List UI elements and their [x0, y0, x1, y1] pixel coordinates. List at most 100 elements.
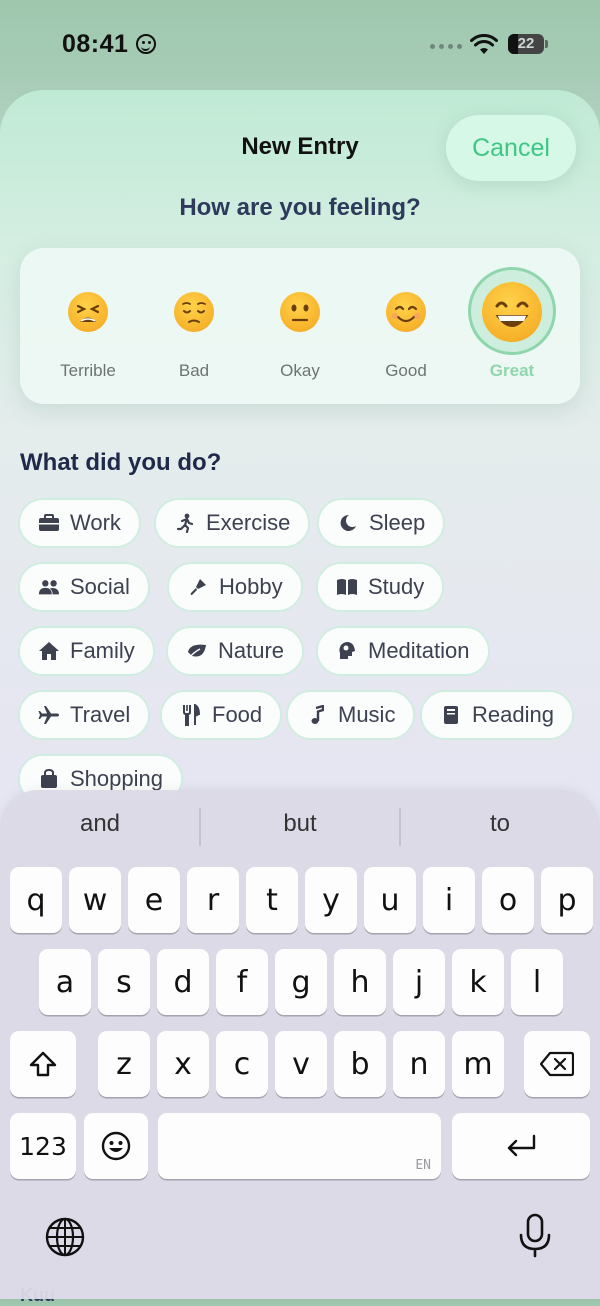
- shopping-bag-icon: [38, 768, 60, 790]
- activity-chip-work[interactable]: Work: [18, 498, 141, 548]
- mood-option-good[interactable]: Good: [356, 248, 456, 404]
- activity-chip-hobby[interactable]: Hobby: [167, 562, 303, 612]
- space-bar[interactable]: EN: [158, 1113, 441, 1179]
- house-icon: [38, 640, 60, 662]
- chip-label: Hobby: [219, 574, 283, 599]
- battery-level: 22: [517, 35, 535, 52]
- key-i[interactable]: i: [423, 867, 475, 933]
- activity-chip-family[interactable]: Family: [18, 626, 155, 676]
- key-p[interactable]: p: [541, 867, 593, 933]
- leaf-icon: [186, 640, 208, 662]
- activity-chip-food[interactable]: Food: [160, 690, 283, 740]
- mood-option-great[interactable]: Great: [462, 248, 562, 404]
- key-m[interactable]: m: [452, 1031, 504, 1097]
- key-g[interactable]: g: [275, 949, 327, 1015]
- key-n[interactable]: n: [393, 1031, 445, 1097]
- key-a[interactable]: a: [39, 949, 91, 1015]
- key-k[interactable]: k: [452, 949, 504, 1015]
- delete-key[interactable]: [524, 1031, 590, 1097]
- book-icon: [336, 576, 358, 598]
- globe-icon[interactable]: [44, 1216, 86, 1258]
- activity-chip-music[interactable]: Music: [286, 690, 416, 740]
- cellular-signal-icon: [430, 44, 462, 49]
- activity-chip-meditation[interactable]: Meditation: [316, 626, 490, 676]
- mood-label: Terrible: [60, 361, 116, 380]
- shift-key[interactable]: [10, 1031, 76, 1097]
- emoji-key[interactable]: [84, 1113, 148, 1179]
- key-x[interactable]: x: [157, 1031, 209, 1097]
- key-r[interactable]: r: [187, 867, 239, 933]
- key-f[interactable]: f: [216, 949, 268, 1015]
- pensive-face-icon: [174, 292, 214, 332]
- chip-label: Reading: [472, 702, 554, 727]
- activity-chip-study[interactable]: Study: [316, 562, 445, 612]
- mood-option-terrible[interactable]: Terrible: [38, 248, 138, 404]
- chip-label: Shopping: [70, 766, 163, 791]
- chip-label: Study: [368, 574, 425, 599]
- chip-label: Music: [338, 702, 396, 727]
- activity-chip-social[interactable]: Social: [18, 562, 150, 612]
- chip-label: Nature: [218, 638, 285, 663]
- key-w[interactable]: w: [69, 867, 121, 933]
- smiley-status-icon: [136, 34, 156, 54]
- fork-knife-icon: [180, 704, 202, 726]
- tired-face-icon: [68, 292, 108, 332]
- mood-option-bad[interactable]: Bad: [144, 248, 244, 404]
- chip-label: Exercise: [206, 510, 291, 535]
- moon-icon: [337, 512, 359, 534]
- suggestion-3[interactable]: to: [400, 810, 600, 844]
- chip-label: Travel: [70, 702, 131, 727]
- battery-tip: [545, 40, 548, 48]
- wifi-icon: [470, 34, 498, 54]
- mood-label: Good: [385, 361, 427, 380]
- key-o[interactable]: o: [482, 867, 534, 933]
- key-b[interactable]: b: [334, 1031, 386, 1097]
- running-icon: [174, 512, 196, 534]
- suggestion-1[interactable]: and: [0, 810, 200, 844]
- mood-label: Bad: [178, 361, 210, 380]
- activity-chip-travel[interactable]: Travel: [18, 690, 151, 740]
- key-h[interactable]: h: [334, 949, 386, 1015]
- chip-label: Family: [70, 638, 135, 663]
- return-key[interactable]: [452, 1113, 590, 1179]
- key-v[interactable]: v: [275, 1031, 327, 1097]
- key-j[interactable]: j: [393, 949, 445, 1015]
- book-closed-icon: [440, 704, 462, 726]
- cancel-button[interactable]: Cancel: [446, 115, 576, 181]
- activity-chip-nature[interactable]: Nature: [166, 626, 305, 676]
- mood-question: How are you feeling?: [179, 194, 421, 221]
- mood-selector: Terrible Bad Okay Good Great: [20, 248, 580, 404]
- suggestion-2[interactable]: but: [200, 810, 400, 844]
- activities-title: What did you do?: [20, 449, 222, 476]
- chip-label: Food: [212, 702, 263, 727]
- key-c[interactable]: c: [216, 1031, 268, 1097]
- key-d[interactable]: d: [157, 949, 209, 1015]
- key-q[interactable]: q: [10, 867, 62, 933]
- key-y[interactable]: y: [305, 867, 357, 933]
- grinning-face-icon: [482, 282, 542, 342]
- battery-icon: 22: [508, 34, 544, 54]
- activity-chip-sleep[interactable]: Sleep: [317, 498, 446, 548]
- key-s[interactable]: s: [98, 949, 150, 1015]
- music-note-icon: [306, 704, 328, 726]
- mood-label: Great: [489, 361, 535, 380]
- neutral-face-icon: [280, 292, 320, 332]
- key-z[interactable]: z: [98, 1031, 150, 1097]
- chip-label: Work: [70, 510, 121, 535]
- microphone-icon[interactable]: [517, 1213, 553, 1259]
- numbers-key[interactable]: 123: [10, 1113, 76, 1179]
- brain-icon: [336, 640, 358, 662]
- key-u[interactable]: u: [364, 867, 416, 933]
- smiling-face-icon: [386, 292, 426, 332]
- keyboard-language: EN: [415, 1158, 431, 1173]
- key-e[interactable]: e: [128, 867, 180, 933]
- mood-option-okay[interactable]: Okay: [250, 248, 350, 404]
- chip-label: Sleep: [369, 510, 426, 535]
- activity-chip-reading[interactable]: Reading: [420, 690, 574, 740]
- people-icon: [38, 576, 60, 598]
- emoji-icon: [101, 1131, 131, 1161]
- chip-label: Social: [70, 574, 130, 599]
- key-t[interactable]: t: [246, 867, 298, 933]
- key-l[interactable]: l: [511, 949, 563, 1015]
- activity-chip-exercise[interactable]: Exercise: [154, 498, 311, 548]
